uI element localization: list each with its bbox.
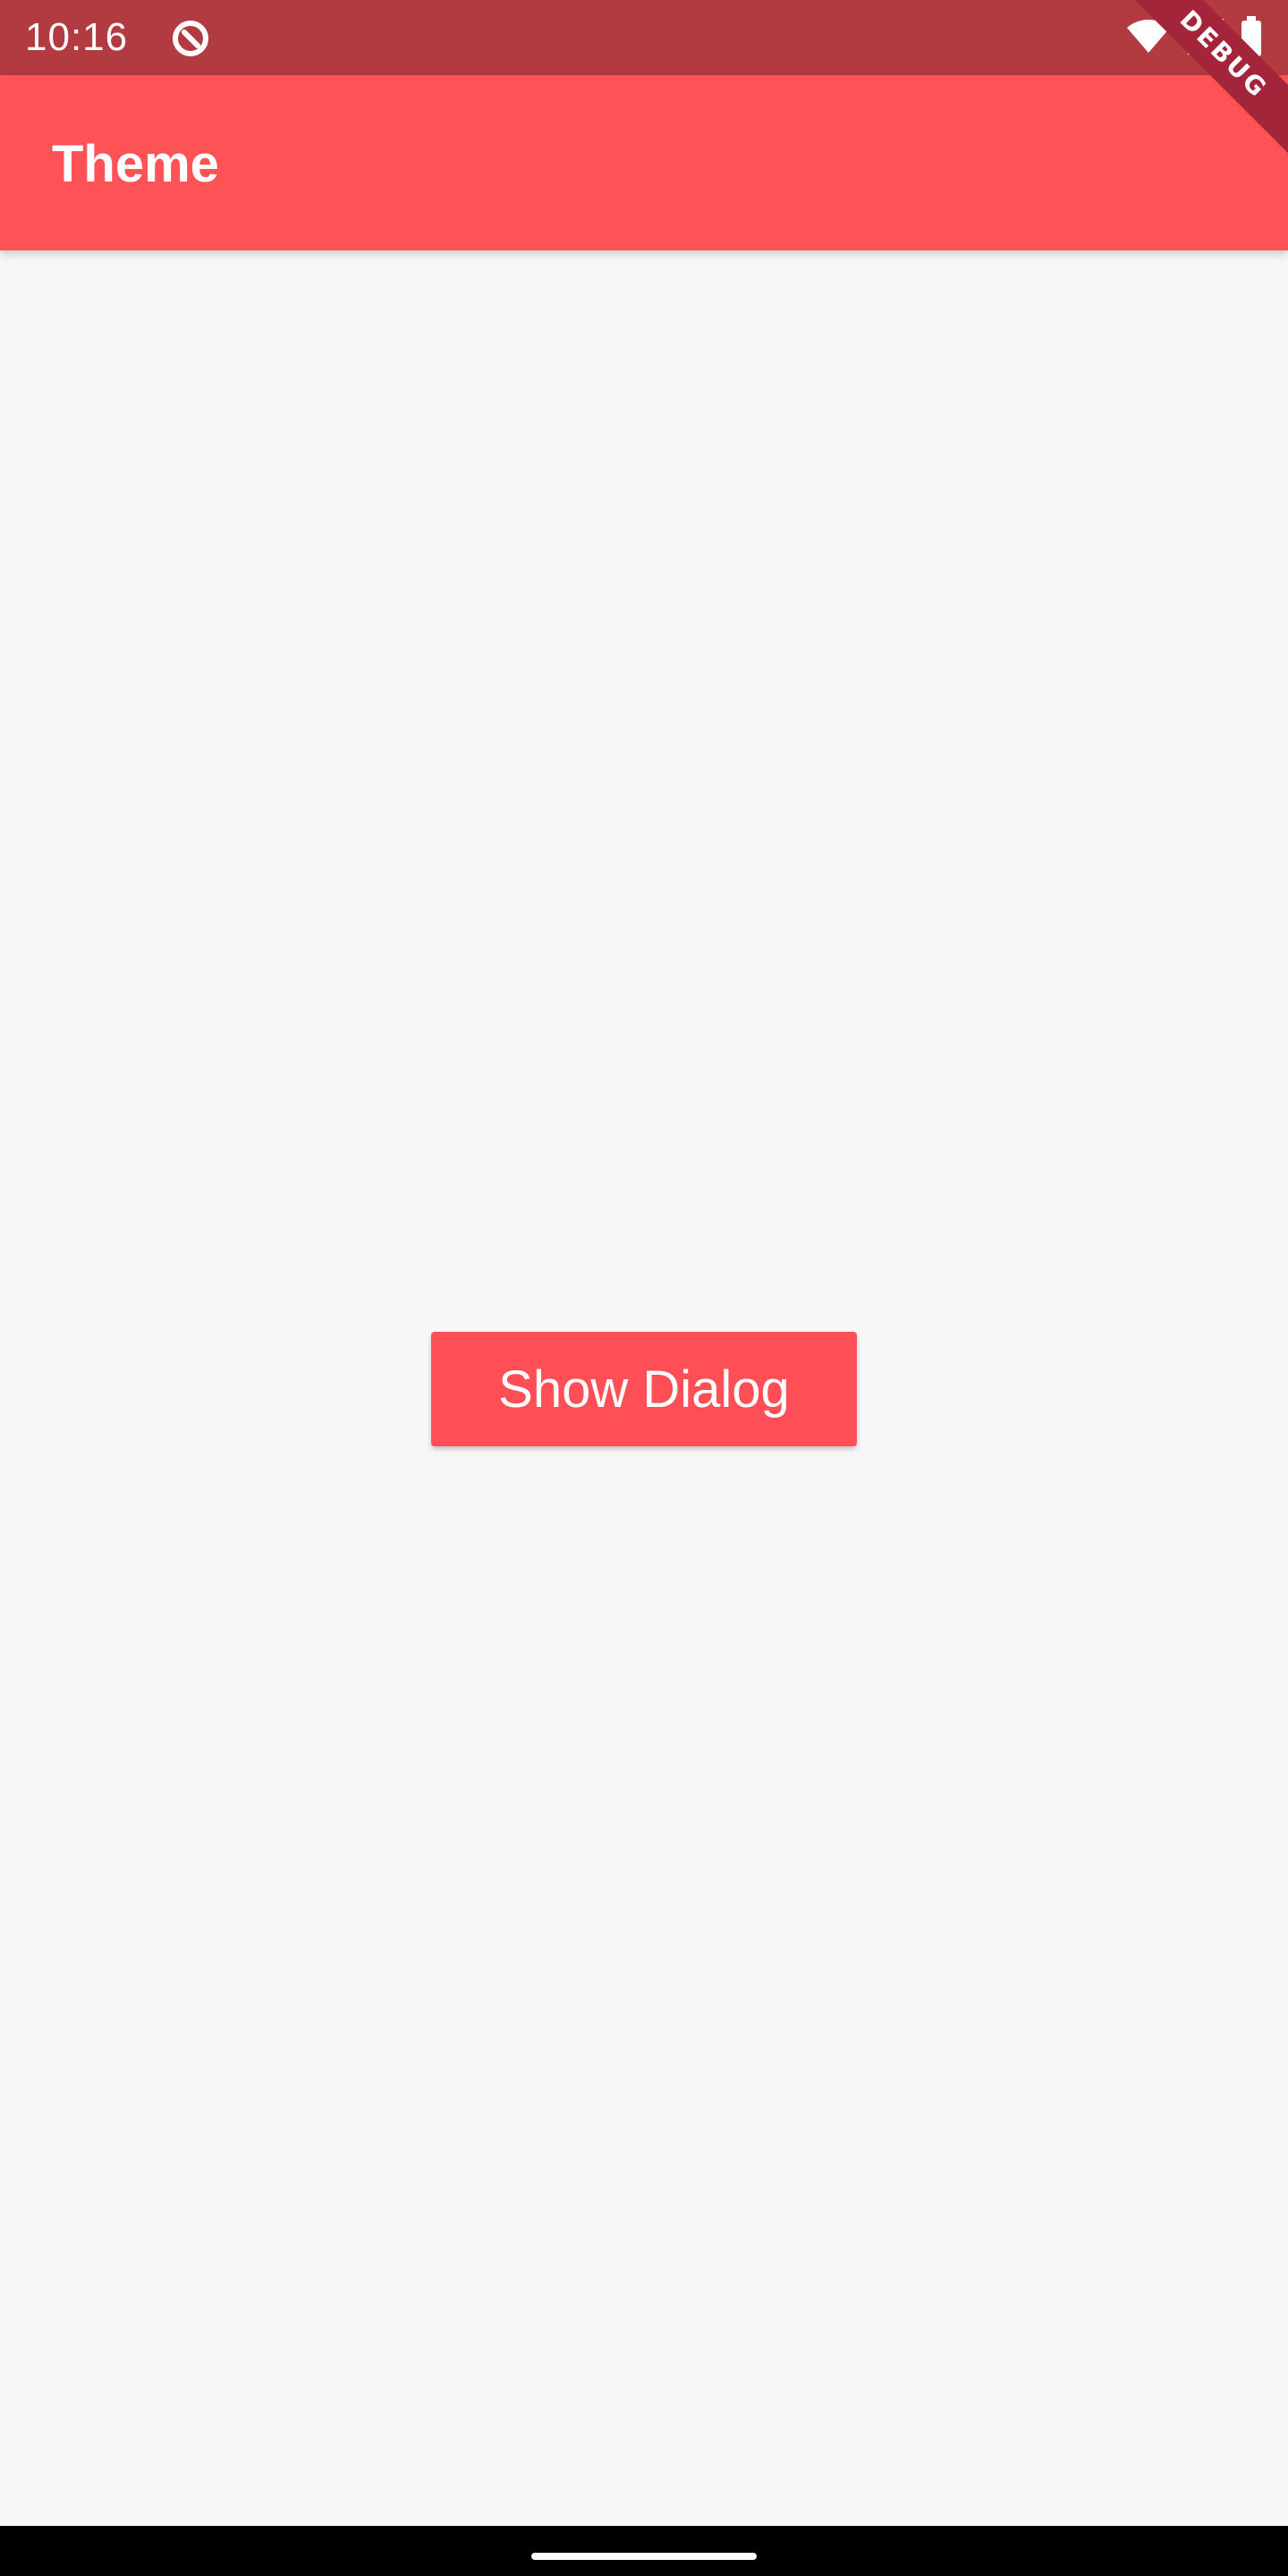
app-screen: 10:16 DEBUG Theme Show Dialog: [0, 0, 1288, 2576]
app-notification-icon: [170, 18, 211, 59]
home-indicator[interactable]: [531, 2553, 757, 2560]
app-bar-title: Theme: [52, 135, 219, 193]
status-time: 10:16: [25, 15, 129, 59]
app-bar: Theme: [0, 75, 1288, 250]
status-bar: 10:16: [0, 0, 1288, 75]
system-navigation-bar: [0, 2526, 1288, 2576]
show-dialog-button[interactable]: Show Dialog: [431, 1332, 857, 1446]
